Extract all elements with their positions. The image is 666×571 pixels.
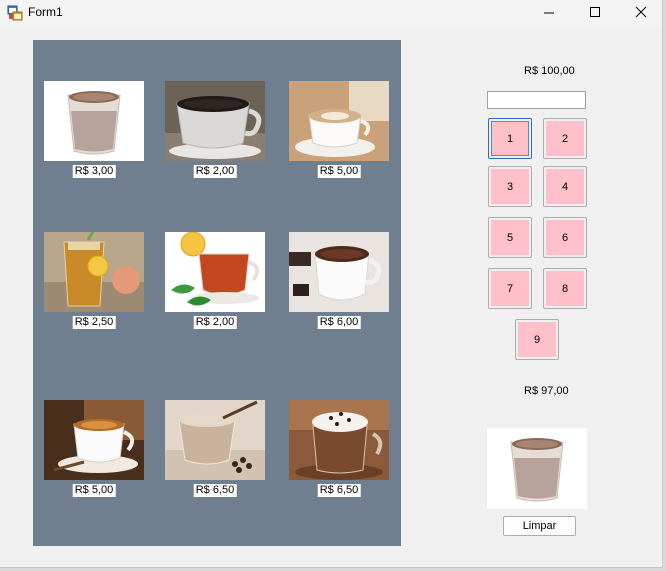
product-price: R$ 6,50: [193, 484, 237, 497]
product-price: R$ 2,00: [193, 165, 237, 178]
minimize-button[interactable]: [526, 0, 572, 26]
product-2[interactable]: R$ 2,00: [165, 81, 265, 181]
espresso-cup-image: [44, 400, 144, 480]
cappuccino-cup-image: [289, 81, 389, 161]
keypad-button-3[interactable]: 3: [488, 166, 532, 207]
tea-cup-lemon-mint-image: [165, 232, 265, 312]
hot-chocolate-mug-image: [289, 232, 389, 312]
product-price: R$ 5,00: [317, 165, 361, 178]
maximize-button[interactable]: [572, 0, 618, 26]
mocha-whipped-cream-glass-image: [289, 400, 389, 480]
close-icon: [635, 6, 647, 18]
product-price: R$ 2,50: [72, 316, 116, 329]
close-button[interactable]: [618, 0, 664, 26]
product-price: R$ 6,00: [317, 316, 361, 329]
product-price: R$ 3,00: [72, 165, 116, 178]
products-panel: R$ 3,00 R$ 2,00 R$ 5,00 R$ 2,50 R$ 2,00 …: [33, 40, 401, 546]
form-window: Form1 R$ 3,00 R$ 2,00 R$ 5,00 R$ 2,50 R$…: [0, 0, 663, 568]
window-title: Form1: [28, 5, 63, 19]
product-price: R$ 5,00: [72, 484, 116, 497]
keypad-button-7[interactable]: 7: [488, 268, 532, 309]
remaining-balance-label: R$ 97,00: [524, 385, 569, 397]
keypad-button-2[interactable]: 2: [543, 118, 587, 159]
clear-button[interactable]: Limpar: [503, 516, 576, 536]
selected-product-preview: [487, 428, 587, 509]
product-4[interactable]: R$ 2,50: [44, 232, 144, 332]
title-bar[interactable]: Form1: [0, 0, 662, 26]
product-price: R$ 6,50: [317, 484, 361, 497]
product-1[interactable]: R$ 3,00: [44, 81, 144, 181]
keypad-button-4[interactable]: 4: [543, 166, 587, 207]
product-3[interactable]: R$ 5,00: [289, 81, 389, 181]
maximize-icon: [590, 7, 600, 17]
keypad-button-5[interactable]: 5: [488, 217, 532, 258]
iced-latte-glass-image: [165, 400, 265, 480]
hot-chocolate-glass-image: [487, 428, 587, 509]
product-6[interactable]: R$ 6,00: [289, 232, 389, 332]
hot-chocolate-glass-image: [44, 81, 144, 161]
keypad-button-8[interactable]: 8: [543, 268, 587, 309]
keypad-button-9[interactable]: 9: [515, 319, 559, 360]
product-5[interactable]: R$ 2,00: [165, 232, 265, 332]
code-input[interactable]: [487, 91, 586, 109]
product-9[interactable]: R$ 6,50: [289, 400, 389, 500]
product-price: R$ 2,00: [193, 316, 237, 329]
winforms-app-icon: [7, 5, 23, 21]
minimize-icon: [544, 12, 554, 14]
keypad-button-6[interactable]: 6: [543, 217, 587, 258]
keypad-button-1[interactable]: 1: [488, 118, 532, 159]
product-8[interactable]: R$ 6,50: [165, 400, 265, 500]
black-coffee-cup-image: [165, 81, 265, 161]
iced-tea-glass-image: [44, 232, 144, 312]
balance-label: R$ 100,00: [524, 65, 575, 77]
product-7[interactable]: R$ 5,00: [44, 400, 144, 500]
